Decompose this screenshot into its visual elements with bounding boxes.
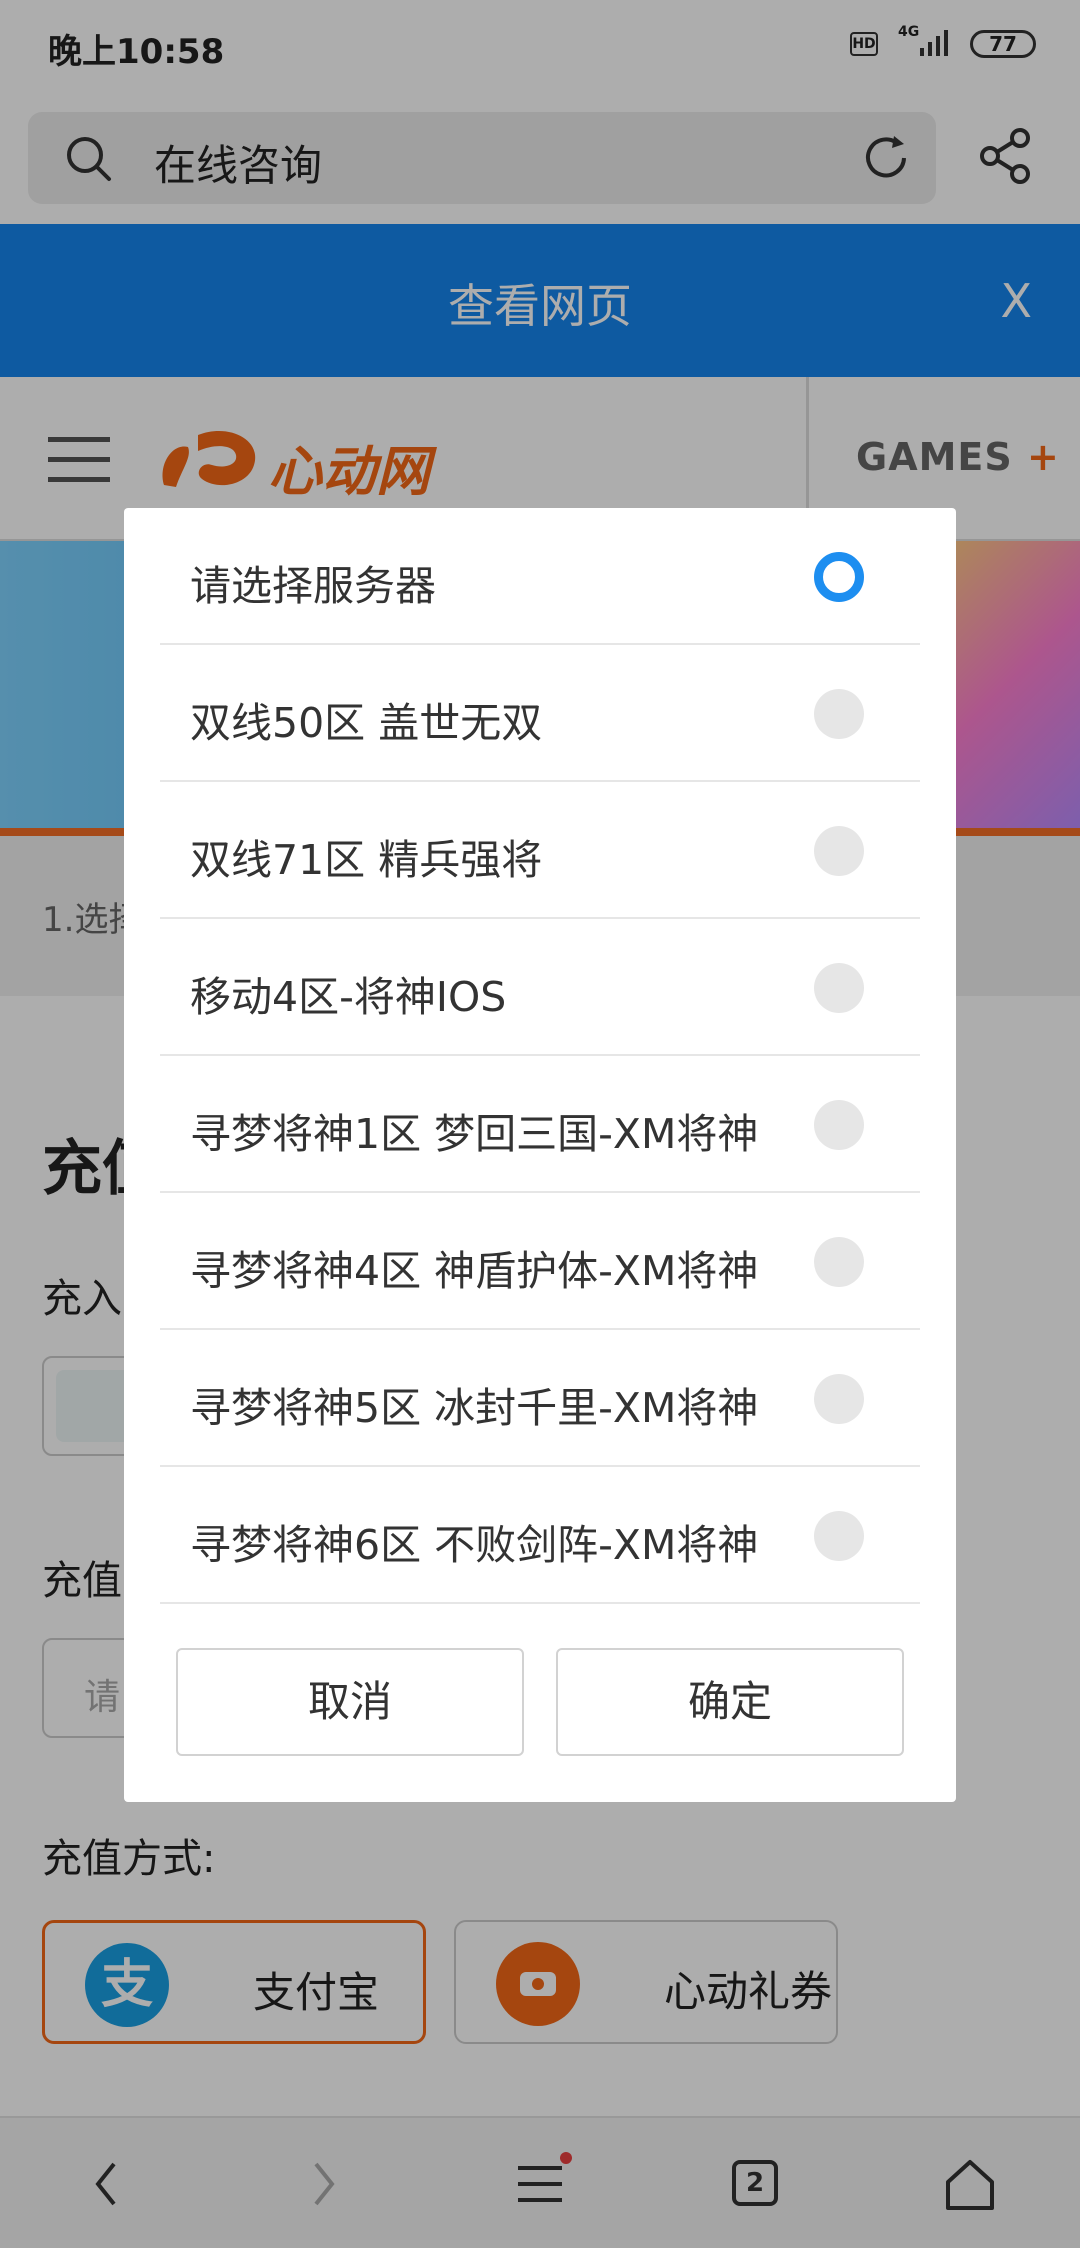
server-option[interactable]: 寻梦将神4区 神盾护体-XM将神 — [160, 1193, 920, 1330]
server-option[interactable]: 移动4区-将神IOS — [160, 919, 920, 1056]
server-option[interactable]: 双线71区 精兵强将 — [160, 782, 920, 919]
radio-icon[interactable] — [814, 826, 864, 876]
server-option[interactable]: 寻梦将神5区 冰封千里-XM将神 — [160, 1330, 920, 1467]
server-option-label: 请选择服务器 — [190, 562, 436, 610]
server-select-dialog: 请选择服务器 双线50区 盖世无双 双线71区 精兵强将 移动4区-将神IOS … — [124, 508, 956, 1802]
server-option-label: 双线50区 盖世无双 — [190, 699, 543, 747]
radio-icon[interactable] — [814, 689, 864, 739]
cancel-button[interactable]: 取消 — [176, 1648, 524, 1756]
server-option[interactable]: 双线50区 盖世无双 — [160, 645, 920, 782]
server-option[interactable]: 寻梦将神1区 梦回三国-XM将神 — [160, 1056, 920, 1193]
server-option-label: 寻梦将神1区 梦回三国-XM将神 — [190, 1110, 759, 1158]
radio-selected-icon[interactable] — [814, 552, 864, 602]
radio-icon[interactable] — [814, 1237, 864, 1287]
server-option-label: 寻梦将神6区 不败剑阵-XM将神 — [190, 1521, 759, 1569]
server-option[interactable]: 请选择服务器 — [160, 508, 920, 645]
server-option-label: 双线71区 精兵强将 — [190, 836, 543, 884]
radio-icon[interactable] — [814, 1374, 864, 1424]
server-option-label: 寻梦将神5区 冰封千里-XM将神 — [190, 1384, 759, 1432]
browser-page: 晚上10:58 HD 4G 77 在线咨询 查看网页 X 心动网 GAMES +… — [0, 0, 1080, 2248]
radio-icon[interactable] — [814, 963, 864, 1013]
server-option-label: 移动4区-将神IOS — [190, 973, 507, 1021]
radio-icon[interactable] — [814, 1100, 864, 1150]
server-option-label: 寻梦将神4区 神盾护体-XM将神 — [190, 1247, 759, 1295]
server-option[interactable]: 寻梦将神6区 不败剑阵-XM将神 — [160, 1467, 920, 1604]
radio-icon[interactable] — [814, 1511, 864, 1561]
confirm-button[interactable]: 确定 — [556, 1648, 904, 1756]
